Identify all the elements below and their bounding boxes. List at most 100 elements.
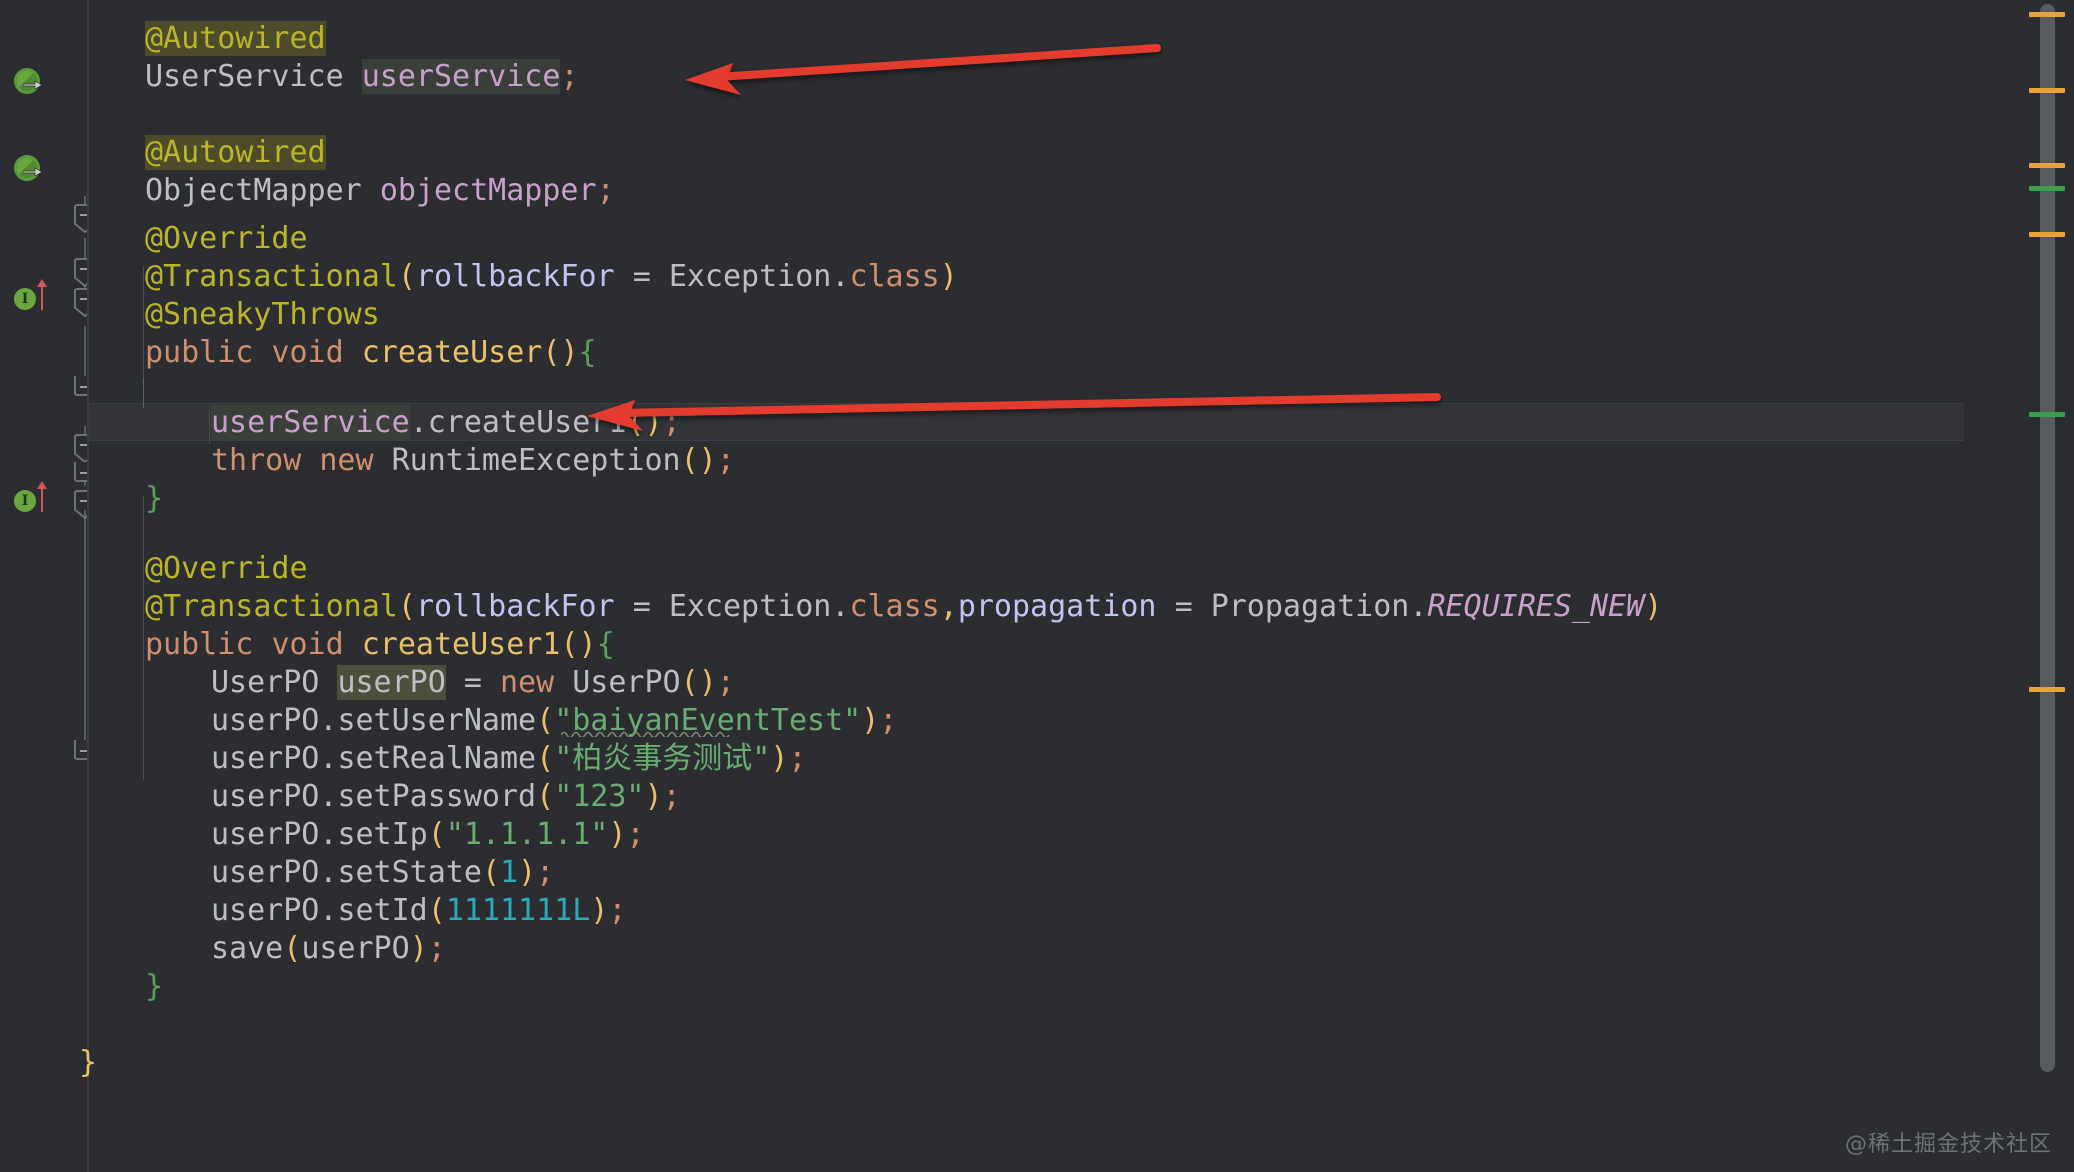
semicolon: ; (536, 855, 554, 890)
keyword-void: void (271, 627, 343, 662)
overriding-method-arrow-icon[interactable] (34, 480, 50, 512)
dot: . (1409, 589, 1427, 624)
lparen: ( (536, 779, 554, 814)
lparen: ( (283, 931, 301, 966)
fold-guide-line (84, 506, 86, 740)
spring-bean-icon-userService[interactable] (14, 68, 40, 94)
dot: . (319, 817, 337, 852)
code-line-7: @Override (145, 220, 308, 258)
implemented-method-icon-createUser1[interactable]: I (14, 490, 36, 512)
type-runtimeexception: RuntimeException (392, 443, 681, 478)
editor-text-area[interactable]: @Autowired UserService userService; @Aut… (89, 0, 2074, 1172)
code-line-22: userPO.setIp("1.1.1.1"); (211, 816, 645, 854)
number-state: 1 (500, 855, 518, 890)
dot: . (319, 855, 337, 890)
keyword-class: class (849, 259, 939, 294)
lparen: ( (536, 703, 554, 738)
semicolon: ; (428, 931, 446, 966)
type-userservice: UserService (145, 59, 344, 94)
dot: . (319, 703, 337, 738)
code-line-17: public void createUser1(){ (145, 626, 615, 664)
enum-requires-new: REQUIRES_NEW (1427, 589, 1644, 624)
code-line-19: userPO.setUserName("baiyanEventTest"); (211, 702, 897, 740)
rparen: ) (1644, 589, 1662, 624)
stripe-warning-3[interactable] (2029, 163, 2065, 168)
bean-arrow-icon (23, 80, 43, 90)
annotation-override: @Override (145, 221, 308, 256)
annotation-autowired: @Autowired (145, 21, 326, 56)
attr-propagation: propagation (958, 589, 1157, 624)
spring-bean-icon-objectMapper[interactable] (14, 155, 40, 181)
rbrace: } (145, 969, 163, 1004)
editor-scrollbar-track[interactable] (2024, 0, 2074, 1172)
code-line-24: userPO.setId(1111111L); (211, 892, 626, 930)
number-id: 1111111L (446, 893, 591, 928)
operator-equals: = (464, 665, 482, 700)
rparen: ) (560, 335, 578, 370)
rparen: ) (410, 931, 428, 966)
local-var-userpo: userPO (211, 855, 319, 890)
semicolon: ; (608, 893, 626, 928)
method-setpassword: setPassword (337, 779, 536, 814)
rparen: ) (645, 779, 663, 814)
attr-rollbackfor: rollbackFor (416, 259, 615, 294)
annotation-transactional: @Transactional (145, 589, 398, 624)
lparen: ( (681, 443, 699, 478)
code-line-12: throw new RuntimeException(); (211, 442, 735, 480)
code-line-11: userService.createUser1(); (211, 404, 681, 442)
method-setid: setId (337, 893, 427, 928)
semicolon: ; (663, 405, 681, 440)
rparen: ) (590, 893, 608, 928)
semicolon: ; (717, 443, 735, 478)
local-var-userpo: userPO (211, 893, 319, 928)
keyword-public: public (145, 627, 253, 662)
code-line-15: @Override (145, 550, 308, 588)
field-objectmapper: objectMapper (380, 173, 597, 208)
keyword-new: new (500, 665, 554, 700)
method-setrealname: setRealName (337, 741, 536, 776)
rparen: ) (645, 405, 663, 440)
field-userservice: userService (362, 59, 561, 94)
keyword-void: void (271, 335, 343, 370)
stripe-ok-2[interactable] (2029, 412, 2065, 417)
lparen: ( (398, 259, 416, 294)
type-userpo: UserPO (572, 665, 680, 700)
keyword-class: class (849, 589, 939, 624)
method-setusername: setUserName (337, 703, 536, 738)
method-createuser1: createUser1 (362, 627, 561, 662)
implemented-method-icon-createUser[interactable]: I (14, 288, 36, 310)
field-userservice-usage: userService (211, 405, 410, 440)
rparen: ) (579, 627, 597, 662)
stripe-warning-4[interactable] (2029, 232, 2065, 237)
lparen: ( (428, 817, 446, 852)
code-line-4: @Autowired (145, 134, 326, 172)
fold-guide-line (84, 326, 86, 378)
stripe-warning-2[interactable] (2029, 88, 2065, 93)
method-createuser1-call: createUser1 (428, 405, 627, 440)
string-password: "123" (554, 779, 644, 814)
code-line-28: } (79, 1044, 97, 1082)
code-line-10: public void createUser(){ (145, 334, 597, 372)
stripe-warning-1[interactable] (2029, 12, 2065, 17)
code-line-26: } (145, 968, 163, 1006)
code-line-21: userPO.setPassword("123"); (211, 778, 681, 816)
keyword-public: public (145, 335, 253, 370)
comma: , (940, 589, 958, 624)
string-realname: "柏炎事务测试" (554, 741, 770, 776)
method-createuser: createUser (362, 335, 543, 370)
overriding-method-arrow-icon[interactable] (34, 278, 50, 310)
dot: . (831, 259, 849, 294)
type-exception: Exception (669, 259, 832, 294)
semicolon: ; (663, 779, 681, 814)
rparen: ) (518, 855, 536, 890)
annotation-transactional: @Transactional (145, 259, 398, 294)
semicolon: ; (626, 817, 644, 852)
dot: . (319, 779, 337, 814)
string-ip: "1.1.1.1" (446, 817, 609, 852)
method-setstate: setState (337, 855, 482, 890)
code-line-8: @Transactional(rollbackFor = Exception.c… (145, 258, 958, 296)
stripe-warning-5[interactable] (2029, 687, 2065, 692)
lparen: ( (681, 665, 699, 700)
stripe-ok-1[interactable] (2029, 186, 2065, 191)
lparen: ( (626, 405, 644, 440)
